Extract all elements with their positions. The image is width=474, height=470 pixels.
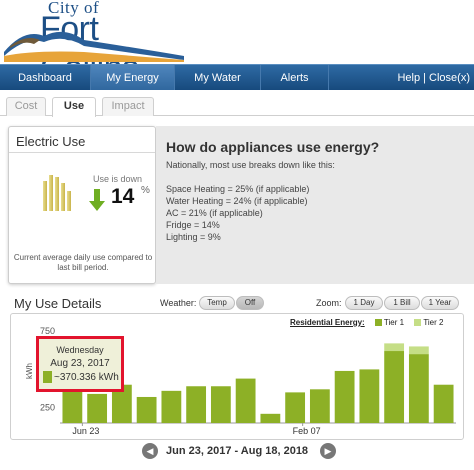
bar-tier1 — [136, 396, 157, 423]
tooltip-date: Aug 23, 2017 — [50, 358, 110, 369]
arrow-right-icon[interactable]: ▶ — [320, 443, 336, 459]
use-note-text: Current average daily use compared to la… — [13, 253, 153, 272]
bar-tier1 — [433, 384, 454, 423]
weather-label: Weather: — [160, 298, 197, 308]
bar-tier1 — [161, 390, 182, 423]
tab-cost[interactable]: Cost — [6, 97, 46, 116]
legend-tier1-label: Tier 1 — [383, 318, 405, 327]
chart-legend: Residential Energy: Tier 1 Tier 2 — [290, 318, 443, 327]
zoom-label: Zoom: — [316, 298, 342, 308]
zoom-1-day-button[interactable]: 1 Day — [345, 296, 383, 310]
nav-help-close[interactable]: Help | Close(x) — [397, 65, 470, 91]
legend-tier2-swatch — [414, 319, 422, 327]
x-tick-label: Feb 07 — [293, 426, 321, 436]
tab-use[interactable]: Use — [52, 97, 96, 117]
bar-tier1 — [186, 386, 207, 423]
divider — [9, 152, 155, 153]
y-tick-label: 750 — [40, 326, 55, 336]
bar-tier1 — [285, 392, 306, 423]
legend-tier2-label: Tier 2 — [423, 318, 444, 327]
bar-tier1 — [210, 386, 231, 423]
bar-tier1 — [87, 393, 108, 423]
tab-impact[interactable]: Impact — [102, 97, 154, 116]
list-item: Lighting = 9% — [166, 232, 221, 242]
arrow-left-icon[interactable]: ◀ — [142, 443, 158, 459]
use-percent-symbol: % — [141, 185, 150, 196]
bar-tier1 — [334, 370, 355, 423]
usage-bars-icon — [43, 175, 79, 211]
info-list: Space Heating = 25% (if applicable) Wate… — [166, 183, 309, 243]
sub-tabs: Cost Use Impact — [0, 90, 474, 117]
bar-tooltip: Wednesday Aug 23, 2017 ~370.336 kWh — [36, 336, 124, 392]
list-item: Fridge = 14% — [166, 220, 220, 230]
bar-tier2 — [384, 343, 405, 352]
info-intro: Nationally, most use breaks down like th… — [166, 160, 335, 170]
tooltip-day: Wednesday — [56, 345, 104, 355]
bar-tier1 — [260, 413, 281, 423]
electric-use-title: Electric Use — [16, 134, 86, 149]
bar-tier1 — [359, 369, 380, 423]
nav-my-energy[interactable]: My Energy — [91, 65, 175, 91]
nav-alerts[interactable]: Alerts — [261, 65, 329, 91]
list-item: Space Heating = 25% (if applicable) — [166, 184, 310, 194]
use-status-text: Use is down — [93, 174, 143, 184]
weather-temp-button[interactable]: Temp — [199, 296, 235, 310]
list-item: Water Heating = 24% (if applicable) — [166, 196, 308, 206]
date-range-nav: ◀ Jun 23, 2017 - Aug 18, 2018 ▶ — [142, 442, 336, 462]
zoom-1-year-button[interactable]: 1 Year — [421, 296, 459, 310]
city-logo[interactable]: City of Fort Collins — [4, 0, 194, 87]
y-axis-label: kWh — [25, 363, 34, 379]
bar-tier1 — [62, 389, 83, 423]
tooltip-swatch — [43, 371, 52, 383]
info-question: How do appliances use energy? — [166, 139, 380, 155]
app-root: City of Fort Collins Dashboard My Energy… — [0, 0, 474, 470]
bar-tier1 — [384, 351, 405, 423]
appliance-info-panel: How do appliances use energy? Nationally… — [156, 126, 474, 284]
header: City of Fort Collins — [0, 0, 474, 87]
bar-tier1 — [309, 389, 330, 423]
electric-use-card: Electric Use Use is down 14 % Current av… — [8, 126, 156, 284]
bar-tier1 — [408, 354, 429, 423]
list-item: AC = 21% (if applicable) — [166, 208, 263, 218]
arrow-down-icon — [89, 189, 105, 211]
use-percent-value: 14 — [111, 185, 135, 208]
bar-tier1 — [235, 378, 256, 423]
zoom-1-bill-button[interactable]: 1 Bill — [384, 296, 420, 310]
tooltip-value: ~370.336 kWh — [54, 372, 119, 383]
main-nav: Dashboard My Energy My Water Alerts Help… — [0, 64, 474, 91]
weather-off-button[interactable]: Off — [236, 296, 264, 310]
bar-tier2 — [408, 346, 429, 355]
x-tick-label: Jun 23 — [72, 426, 99, 436]
y-tick-label: 250 — [40, 403, 55, 413]
mountain-logo-icon — [4, 31, 184, 62]
legend-tier1-swatch — [374, 319, 382, 327]
nav-dashboard[interactable]: Dashboard — [0, 65, 91, 91]
nav-my-water[interactable]: My Water — [175, 65, 261, 91]
date-range-text: Jun 23, 2017 - Aug 18, 2018 — [166, 445, 309, 457]
legend-title: Residential Energy: — [290, 318, 365, 327]
use-details-title: My Use Details — [14, 296, 102, 311]
